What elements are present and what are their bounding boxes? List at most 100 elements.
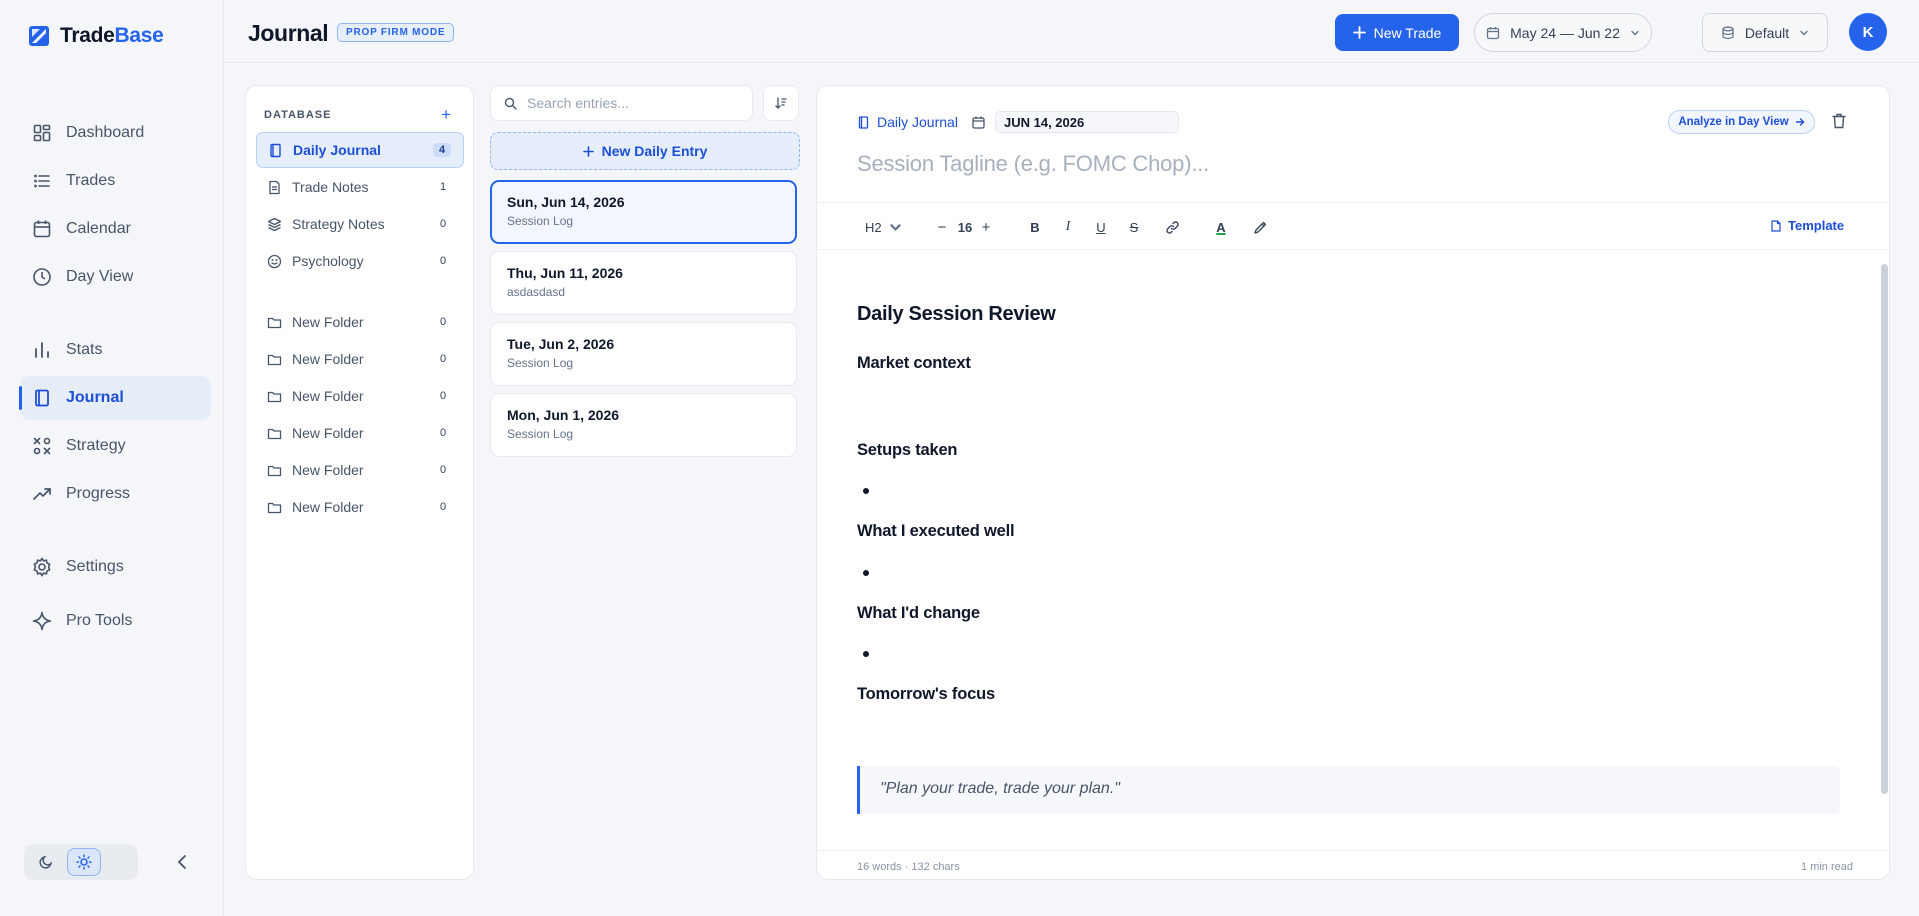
db-folder[interactable]: New Folder 0: [256, 378, 464, 414]
sidebar-item-strategy[interactable]: Strategy: [20, 424, 211, 468]
add-folder-button[interactable]: +: [441, 105, 451, 125]
db-folder-label: New Folder: [292, 314, 364, 330]
db-item-daily-journal[interactable]: Daily Journal 4: [256, 132, 464, 168]
db-item-strategy-notes[interactable]: Strategy Notes 0: [256, 206, 464, 242]
entry-type-label: Daily Journal: [877, 114, 958, 130]
strategy-icon: [33, 437, 51, 455]
highlight-button[interactable]: [1251, 217, 1269, 237]
entry-subtitle: asdasdasd: [507, 285, 566, 299]
db-folder[interactable]: New Folder 0: [256, 489, 464, 525]
entry-type-selector[interactable]: Daily Journal: [857, 114, 958, 130]
sidebar-item-label: Calendar: [66, 220, 131, 237]
entry-title: Sun, Jun 14, 2026: [507, 194, 625, 210]
bold-button[interactable]: B: [1027, 217, 1043, 237]
db-folder[interactable]: New Folder 0: [256, 415, 464, 451]
plus-icon: [1352, 26, 1366, 39]
sidebar-item-journal[interactable]: Journal: [19, 376, 211, 420]
entry-card[interactable]: Tue, Jun 2, 2026 Session Log: [490, 322, 797, 386]
sidebar-item-stats[interactable]: Stats: [20, 328, 211, 372]
db-folder-count: 0: [439, 427, 447, 439]
brand-logo[interactable]: TradeBase: [28, 24, 164, 48]
sidebar-item-label: Dashboard: [66, 124, 145, 141]
italic-button[interactable]: I: [1060, 217, 1076, 237]
sidebar-item-day-view[interactable]: Day View: [20, 255, 211, 299]
editor-scrollbar[interactable]: [1880, 252, 1889, 854]
entry-card[interactable]: Thu, Jun 11, 2026 asdasdasd: [490, 251, 797, 315]
new-daily-entry-button[interactable]: New Daily Entry: [490, 132, 800, 170]
trash-icon[interactable]: [1830, 112, 1848, 130]
sidebar-item-settings[interactable]: Settings: [20, 545, 211, 589]
new-trade-button[interactable]: New Trade: [1335, 14, 1459, 51]
db-item-trade-notes[interactable]: Trade Notes 1: [256, 169, 464, 205]
search-input[interactable]: [527, 95, 737, 111]
analyze-label: Analyze in Day View: [1678, 116, 1789, 128]
template-button[interactable]: Template: [1770, 218, 1844, 233]
db-folder-count: 0: [439, 390, 447, 402]
search-box: [490, 85, 753, 121]
font-size-decrease-button[interactable]: −: [935, 217, 949, 237]
folder-icon: [267, 428, 282, 439]
trending-up-icon: [33, 488, 51, 500]
strikethrough-button[interactable]: S: [1126, 217, 1142, 237]
prop-firm-mode-badge: PROP FIRM MODE: [337, 23, 455, 42]
sidebar-item-trades[interactable]: Trades: [20, 159, 211, 203]
sidebar-item-label: Progress: [66, 485, 131, 502]
scrollbar-thumb[interactable]: [1881, 264, 1888, 794]
sidebar-item-pro-tools[interactable]: Pro Tools: [20, 599, 211, 643]
db-item-psychology[interactable]: Psychology 0: [256, 243, 464, 279]
sidebar-item-label: Strategy: [66, 437, 126, 454]
db-folder[interactable]: New Folder 0: [256, 452, 464, 488]
db-item-label: Strategy Notes: [292, 216, 385, 232]
doc-section-heading: What I'd change: [857, 604, 980, 622]
brand-name-part2: Base: [114, 24, 164, 47]
sort-icon: [775, 97, 787, 109]
analyze-in-day-view-button[interactable]: Analyze in Day View: [1668, 110, 1815, 134]
light-mode-button[interactable]: [67, 848, 101, 876]
heading-select[interactable]: H2: [865, 217, 903, 237]
dark-mode-button[interactable]: [29, 848, 63, 876]
link-button[interactable]: [1163, 217, 1181, 237]
db-folder-count: 0: [439, 501, 447, 513]
db-folder-label: New Folder: [292, 425, 364, 441]
profile-select[interactable]: Default: [1702, 13, 1828, 52]
font-size-increase-button[interactable]: +: [979, 217, 993, 237]
arrow-right-icon: [1795, 118, 1805, 126]
book-icon: [35, 389, 49, 407]
db-folder[interactable]: New Folder 0: [256, 341, 464, 377]
entry-title: Thu, Jun 11, 2026: [507, 265, 623, 281]
avatar[interactable]: K: [1849, 13, 1887, 51]
document-icon: [1771, 219, 1781, 232]
date-range-picker[interactable]: May 24 — Jun 22: [1474, 13, 1652, 52]
entry-subtitle: Session Log: [507, 356, 574, 370]
database-header: DATABASE: [264, 109, 332, 121]
underline-button[interactable]: U: [1093, 217, 1109, 237]
sidebar-item-calendar[interactable]: Calendar: [20, 207, 211, 251]
session-tagline-input[interactable]: Session Tagline (e.g. FOMC Chop)...: [857, 151, 1209, 177]
db-folder-count: 0: [439, 316, 447, 328]
entry-date-field[interactable]: JUN 14, 2026: [972, 111, 1179, 133]
text-color-button[interactable]: A: [1213, 217, 1229, 237]
entry-card[interactable]: Mon, Jun 1, 2026 Session Log: [490, 393, 797, 457]
sidebar-item-progress[interactable]: Progress: [20, 472, 211, 516]
sparkle-icon: [32, 611, 52, 631]
text-color-glyph: A: [1216, 219, 1226, 235]
sort-button[interactable]: [763, 85, 799, 121]
layers-icon: [267, 217, 282, 231]
entry-card[interactable]: Sun, Jun 14, 2026 Session Log: [490, 180, 797, 244]
db-folder[interactable]: New Folder 0: [256, 304, 464, 340]
book-icon: [270, 143, 281, 157]
collapse-sidebar-icon[interactable]: [172, 852, 192, 872]
sidebar-item-dashboard[interactable]: Dashboard: [20, 111, 211, 155]
db-item-label: Psychology: [292, 253, 364, 269]
moon-icon: [39, 855, 53, 869]
sidebar-item-label: Journal: [66, 389, 124, 406]
sun-icon: [76, 854, 92, 870]
folder-icon: [267, 317, 282, 328]
sidebar-item-label: Settings: [66, 558, 124, 575]
word-count: 16 words · 132 chars: [857, 861, 960, 873]
doc-title: Daily Session Review: [857, 303, 1056, 325]
link-icon: [1165, 220, 1179, 234]
db-folder-label: New Folder: [292, 462, 364, 478]
font-size-value: 16: [957, 219, 973, 235]
folder-icon: [267, 354, 282, 365]
